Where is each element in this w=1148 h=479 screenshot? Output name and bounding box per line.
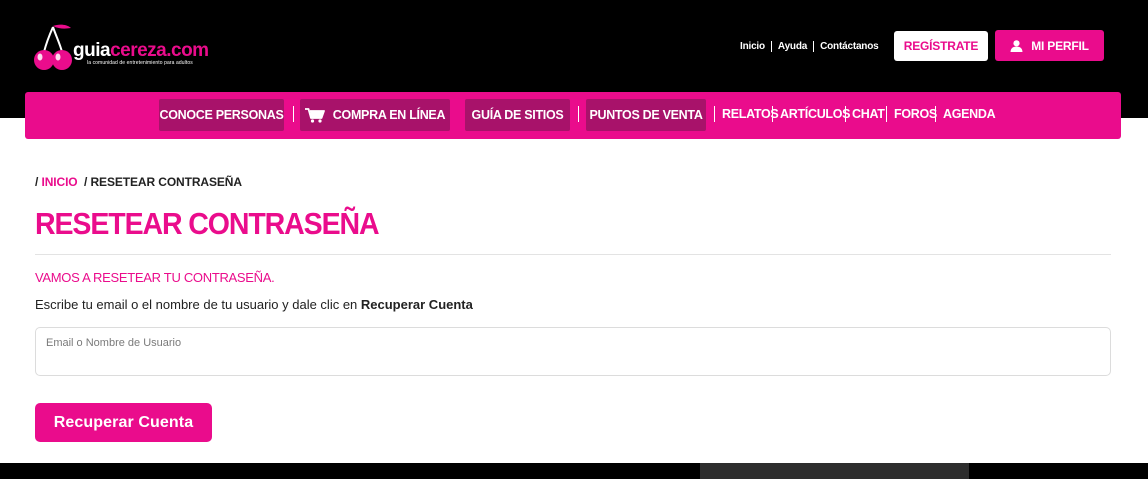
breadcrumb: / INICIO / RESETEAR CONTRASEÑA [35, 175, 242, 189]
top-link-inicio[interactable]: Inicio [740, 41, 765, 52]
nav-divider [935, 106, 936, 122]
nav-agenda[interactable]: AGENDA [943, 107, 996, 121]
top-link-ayuda[interactable]: Ayuda [778, 41, 807, 52]
nav-compra-en-linea[interactable]: COMPRA EN LÍNEA [300, 99, 450, 131]
cart-icon [304, 107, 325, 123]
top-link-contactanos[interactable]: Contáctanos [820, 41, 879, 52]
instructions-text: Escribe tu email o el nombre de tu usuar… [35, 297, 473, 312]
footer-bar [0, 463, 1148, 479]
title-divider [35, 254, 1111, 255]
nav-foros[interactable]: FOROS [894, 107, 937, 121]
instructions-prefix: Escribe tu email o el nombre de tu usuar… [35, 297, 361, 312]
nav-compra-en-linea-label: COMPRA EN LÍNEA [332, 108, 446, 122]
nav-chat[interactable]: CHAT [852, 107, 885, 121]
breadcrumb-current: RESETEAR CONTRASEÑA [90, 175, 242, 189]
nav-puntos-de-venta[interactable]: PUNTOS DE VENTA [586, 99, 706, 131]
nav-divider [772, 106, 773, 122]
email-username-field-container [35, 327, 1111, 376]
top-links: Inicio Ayuda Contáctanos [740, 41, 879, 52]
profile-button[interactable]: MI PERFIL [995, 30, 1104, 61]
logo-tagline: la comunidad de entretenimiento para adu… [87, 60, 193, 66]
site-logo[interactable]: guiacereza.com la comunidad de entreteni… [33, 22, 223, 72]
email-username-input[interactable] [46, 337, 1096, 349]
nav-articulos[interactable]: ARTÍCULOS [780, 107, 851, 121]
nav-relatos[interactable]: RELATOS [722, 107, 779, 121]
user-icon [1010, 39, 1023, 52]
cherry-logo-icon [34, 24, 72, 70]
main-navigation: CONOCE PERSONAS COMPRA EN LÍNEA GUÍA DE … [25, 92, 1121, 139]
nav-divider [293, 106, 294, 122]
breadcrumb-separator: / [77, 175, 91, 189]
nav-divider [845, 106, 846, 122]
page-subtitle: VAMOS A RESETEAR TU CONTRASEÑA. [35, 270, 275, 285]
logo-wordmark: guiacereza.com [73, 40, 209, 61]
nav-divider [578, 106, 579, 122]
nav-guia-de-sitios[interactable]: GUÍA DE SITIOS [465, 99, 570, 131]
profile-button-label: MI PERFIL [1031, 38, 1089, 53]
nav-conoce-personas[interactable]: CONOCE PERSONAS [159, 99, 284, 131]
nav-divider [886, 106, 887, 122]
page-title: RESETEAR CONTRASEÑA [35, 206, 380, 241]
recover-account-button[interactable]: Recuperar Cuenta [35, 403, 212, 442]
instructions-bold: Recuperar Cuenta [360, 297, 473, 312]
register-button[interactable]: REGÍSTRATE [894, 31, 988, 61]
breadcrumb-home[interactable]: INICIO [41, 175, 77, 189]
nav-divider [714, 106, 715, 122]
top-link-divider [770, 41, 772, 52]
footer-panel [700, 463, 969, 479]
top-link-divider [813, 41, 815, 52]
